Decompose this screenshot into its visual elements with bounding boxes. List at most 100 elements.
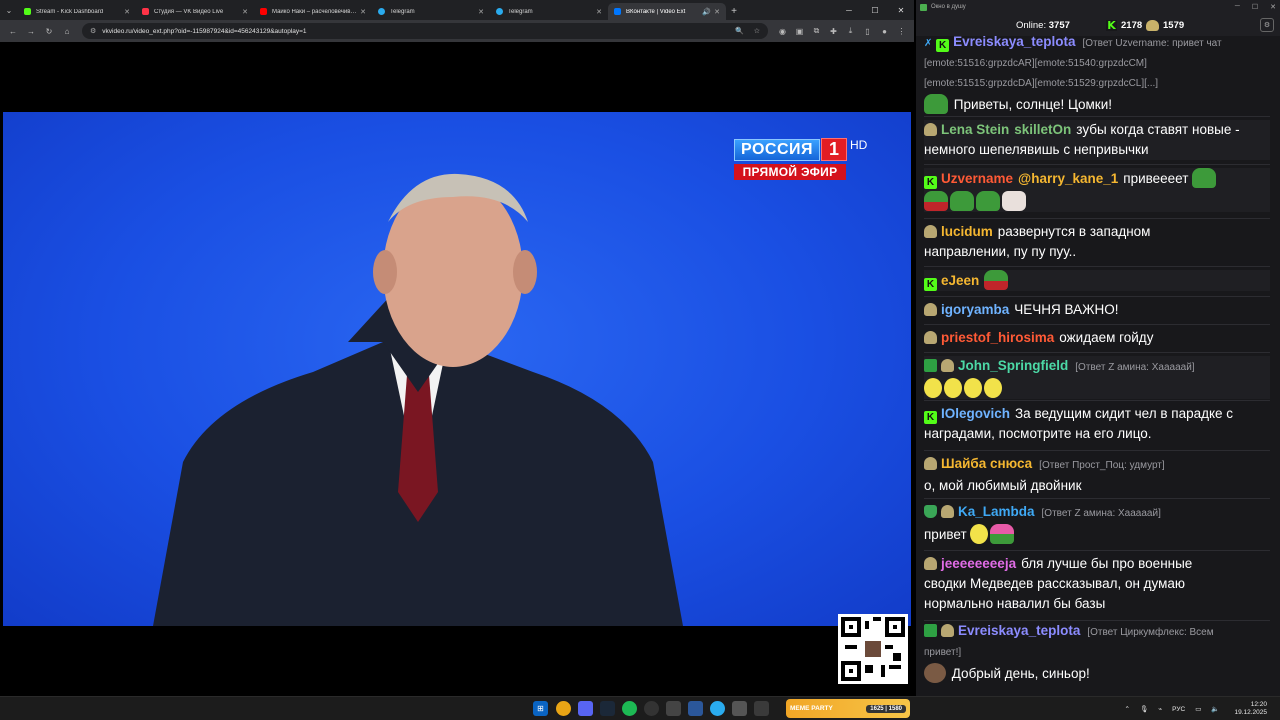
- app-icon[interactable]: [688, 701, 703, 716]
- sidebar-icon[interactable]: ▯: [859, 22, 876, 40]
- usb-icon[interactable]: ⌁: [1158, 705, 1162, 713]
- chat-username[interactable]: Evreiskaya_teplota: [958, 623, 1080, 638]
- chat-message: eJeen: [924, 270, 1270, 291]
- tab-search-icon[interactable]: ⌄: [0, 0, 18, 20]
- chat-username[interactable]: jeeeeeeeeja: [941, 556, 1016, 571]
- pepe-badge-icon: [924, 123, 937, 136]
- tab-vk-studio[interactable]: Студия — VK Видео Live ✕: [136, 3, 254, 20]
- video-player[interactable]: РОССИЯ 1 HD ПРЯМОЙ ЭФИР: [3, 112, 911, 626]
- window-controls: ─ ☐ ✕: [836, 0, 914, 20]
- discord-icon[interactable]: [578, 701, 593, 716]
- message-text: сводки Медведев рассказывал, он думаю: [924, 576, 1186, 591]
- chat-username[interactable]: lucidum: [941, 224, 993, 239]
- close-tab-icon[interactable]: ✕: [242, 8, 248, 16]
- site-info-icon[interactable]: ⚙: [90, 27, 96, 35]
- telegram-icon[interactable]: [710, 701, 725, 716]
- zoom-icon[interactable]: 🔍: [735, 27, 744, 35]
- meme-party-widget[interactable]: MEME PARTY 1625 | 1580: [786, 699, 910, 718]
- tab-telegram-1[interactable]: Telegram ✕: [372, 3, 490, 20]
- download-icon[interactable]: ⤓: [842, 22, 859, 40]
- tab-vk-video[interactable]: ВКонтакте | Video Ext 🔊 ✕: [608, 3, 726, 20]
- minimize-icon[interactable]: ─: [1235, 3, 1240, 11]
- start-menu-icon[interactable]: ⊞: [533, 701, 548, 716]
- chrome-icon[interactable]: [556, 701, 571, 716]
- close-tab-icon[interactable]: ✕: [360, 8, 366, 16]
- chat-message: igoryamba ЧЕЧНЯ ВАЖНО!: [924, 300, 1270, 320]
- tray-chevron-icon[interactable]: ⌃: [1125, 705, 1130, 713]
- chat-username[interactable]: igoryamba: [941, 302, 1009, 317]
- close-window-icon[interactable]: ✕: [1270, 3, 1276, 11]
- chat-username[interactable]: Evreiskaya_teplota: [953, 34, 1075, 49]
- chat-username[interactable]: skilletOn: [1014, 122, 1071, 137]
- check-badge-icon: [924, 624, 937, 637]
- qr-code: [838, 614, 908, 684]
- spotify-icon[interactable]: [622, 701, 637, 716]
- volume-icon[interactable]: 🔈: [1211, 705, 1219, 713]
- home-icon[interactable]: ⌂: [58, 22, 76, 40]
- pepe-badge-icon: [924, 331, 937, 344]
- pepe-icon: [1146, 19, 1159, 31]
- chat-message: John_Springfield [Ответ Z амина: Хааааай]: [924, 356, 1270, 399]
- message-text: зубы когда ставят новые -: [1076, 122, 1240, 137]
- extension-icon[interactable]: ◉: [774, 22, 791, 40]
- close-tab-icon[interactable]: ✕: [714, 8, 720, 16]
- shield-badge-icon: [924, 505, 937, 518]
- app-icon[interactable]: [754, 701, 769, 716]
- chat-message: lucidum развернутся в западном направлени…: [924, 222, 1270, 262]
- chat-message: Evreiskaya_teplota [Ответ Циркумфлекс: Вс…: [924, 621, 1270, 684]
- clock[interactable]: 12:20 19.12.2025: [1229, 701, 1272, 717]
- chat-settings-icon[interactable]: ⚙: [1260, 18, 1274, 32]
- mention[interactable]: @harry_kane_1: [1018, 171, 1118, 186]
- close-tab-icon[interactable]: ✕: [124, 8, 130, 16]
- chat-username[interactable]: priestof_hirosima: [941, 330, 1054, 345]
- chat-titlebar: Окно в душу ─ ☐ ✕: [916, 0, 1280, 14]
- maximize-icon[interactable]: ☐: [862, 0, 888, 20]
- input-language[interactable]: РУС: [1172, 706, 1185, 713]
- frog-emote-icon: [924, 94, 948, 114]
- divider: [924, 218, 1270, 219]
- tab-youtube[interactable]: Майко Наки – расчеловечивание ✕: [254, 3, 372, 20]
- youtube-favicon-icon: [260, 8, 267, 15]
- app-icon[interactable]: [732, 701, 747, 716]
- divider: [924, 450, 1270, 451]
- app-icon[interactable]: [666, 701, 681, 716]
- forward-icon[interactable]: →: [22, 22, 40, 40]
- chat-message: IOlegovich За ведущим сидит чел в парадке…: [924, 404, 1270, 444]
- profile-icon[interactable]: ●: [876, 22, 893, 40]
- obs-icon[interactable]: [644, 701, 659, 716]
- chat-username[interactable]: IOlegovich: [941, 406, 1010, 421]
- sword-badge-icon: ✗: [924, 38, 933, 49]
- chat-username[interactable]: John_Springfield: [958, 358, 1068, 373]
- frog-emote-icon: [924, 191, 948, 211]
- chat-username[interactable]: Шайба снюса: [941, 456, 1032, 471]
- divider: [924, 324, 1270, 325]
- chat-username[interactable]: eJeen: [941, 273, 979, 288]
- reload-icon[interactable]: ↻: [40, 22, 58, 40]
- pepe-badge-icon: [924, 303, 937, 316]
- close-tab-icon[interactable]: ✕: [596, 8, 602, 16]
- menu-dots-icon[interactable]: ⋮: [893, 22, 910, 40]
- chat-username[interactable]: Ka_Lambda: [958, 504, 1035, 519]
- windows-taskbar: ⊞ MEME PARTY 1625 | 1580 ⌃ 🎙 ⌁ РУС ▭ 🔈 1…: [0, 696, 1280, 720]
- steam-icon[interactable]: [600, 701, 615, 716]
- extension-icon[interactable]: ⧉: [808, 22, 825, 40]
- vk-favicon-icon: [614, 8, 621, 15]
- puzzle-extensions-icon[interactable]: ✚: [825, 22, 842, 40]
- new-tab-button[interactable]: +: [726, 3, 742, 20]
- microphone-icon[interactable]: 🎙: [1140, 705, 1148, 713]
- chat-username[interactable]: Uzvername: [941, 171, 1013, 186]
- address-bar[interactable]: ⚙ vkvideo.ru/video_ext.php?oid=-11598792…: [82, 23, 768, 39]
- back-icon[interactable]: ←: [4, 22, 22, 40]
- speaker-icon[interactable]: 🔊: [702, 8, 711, 16]
- close-window-icon[interactable]: ✕: [888, 0, 914, 20]
- tab-telegram-2[interactable]: Telegram ✕: [490, 3, 608, 20]
- tab-kick-dashboard[interactable]: Stream - Kick Dashboard ✕: [18, 3, 136, 20]
- extension-icon[interactable]: ▣: [791, 22, 808, 40]
- chat-username[interactable]: Lena Stein: [941, 122, 1009, 137]
- bookmark-star-icon[interactable]: ☆: [754, 27, 760, 35]
- divider: [924, 400, 1270, 401]
- minimize-icon[interactable]: ─: [836, 0, 862, 20]
- maximize-icon[interactable]: ☐: [1252, 3, 1258, 11]
- close-tab-icon[interactable]: ✕: [478, 8, 484, 16]
- network-icon[interactable]: ▭: [1195, 705, 1201, 713]
